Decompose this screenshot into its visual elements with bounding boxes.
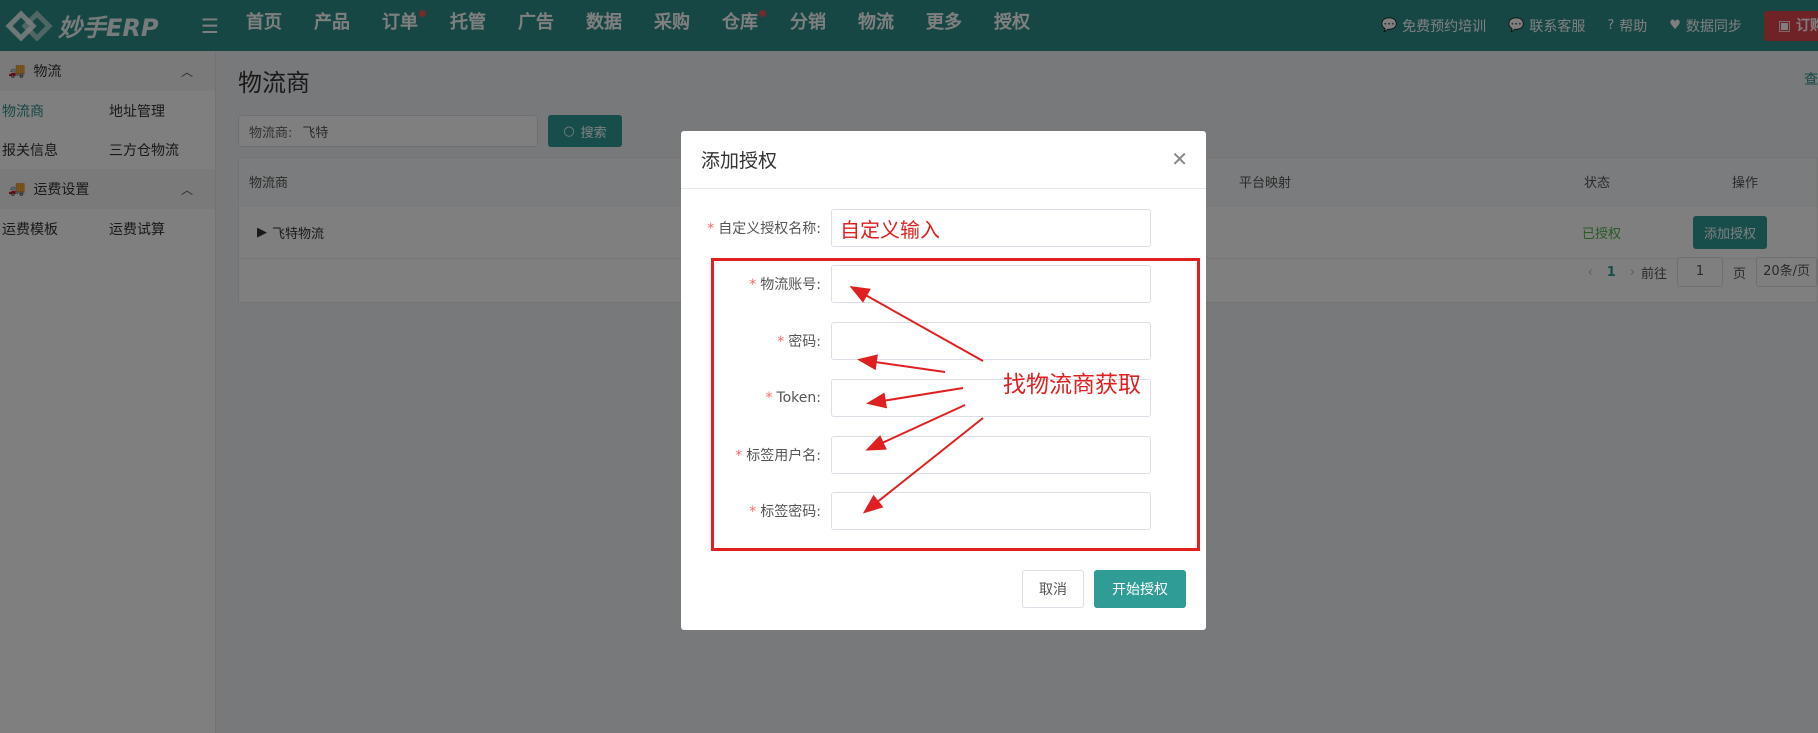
label-password-input[interactable] — [831, 492, 1151, 530]
label-password-label: 标签密码: — [760, 504, 821, 520]
field-password: * 密码: — [681, 322, 1206, 360]
password-input[interactable] — [831, 322, 1151, 360]
password-label: 密码: — [788, 334, 821, 350]
label-username-input[interactable] — [831, 436, 1151, 474]
account-label: 物流账号: — [760, 277, 821, 293]
auth-name-label: 自定义授权名称: — [718, 221, 821, 237]
field-account: * 物流账号: — [681, 265, 1206, 303]
auth-name-input[interactable]: 自定义输入 — [831, 209, 1151, 247]
dialog-header: 添加授权 ✕ — [681, 131, 1206, 189]
dialog-title: 添加授权 — [701, 150, 778, 172]
token-label: Token: — [776, 390, 821, 406]
field-auth-name: * 自定义授权名称: 自定义输入 — [681, 209, 1206, 247]
field-token: * Token: — [681, 379, 1206, 417]
start-auth-button[interactable]: 开始授权 — [1094, 570, 1186, 608]
field-label-username: * 标签用户名: — [681, 436, 1206, 474]
label-username-label: 标签用户名: — [746, 448, 821, 464]
close-icon[interactable]: ✕ — [1171, 147, 1188, 171]
field-label-password: * 标签密码: — [681, 492, 1206, 530]
account-input[interactable] — [831, 265, 1151, 303]
cancel-button[interactable]: 取消 — [1022, 570, 1084, 608]
dialog-footer: 取消 开始授权 — [1022, 570, 1186, 608]
token-input[interactable] — [831, 379, 1151, 417]
add-auth-dialog: 添加授权 ✕ * 自定义授权名称: 自定义输入 * 物流账号: * 密码: * Toke… — [681, 131, 1206, 630]
